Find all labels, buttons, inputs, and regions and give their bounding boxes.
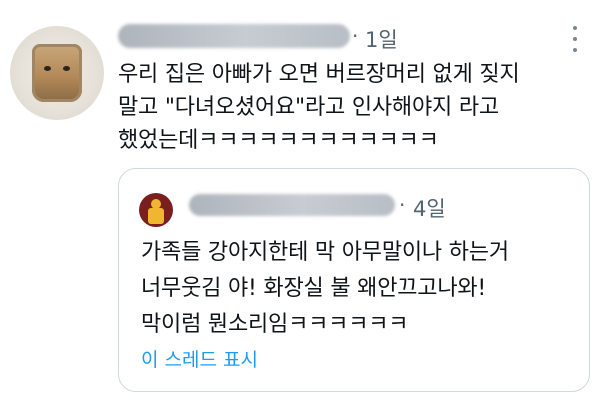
quoted-text-line: 너무웃김 야! 화장실 불 왜안끄고나와!	[141, 276, 487, 301]
cat-photo	[32, 44, 82, 102]
separator-dot: ·	[399, 193, 406, 217]
quoted-tweet-text: 가족들 강아지한테 막 아무말이나 하는거 너무웃김 야! 화장실 불 왜안끄고…	[141, 235, 581, 343]
tweet-text: 우리 집은 아빠가 오면 버르장머리 없게 짖지 말고 "다녀오셨어요"라고 인…	[118, 58, 588, 157]
tweet-timestamp[interactable]: 1일	[365, 24, 398, 54]
quoted-text-line: 가족들 강아지한테 막 아무말이나 하는거	[141, 240, 509, 265]
tweet-text-line: 우리 집은 아빠가 오면 버르장머리 없게 짖지	[118, 62, 520, 87]
redacted-quoted-username[interactable]	[189, 194, 395, 216]
tweet-text-line: 했었는데ㅋㅋㅋㅋㅋㅋㅋㅋㅋㅋㅋㅋ	[118, 128, 439, 153]
quoted-text-line: 막이럼 뭔소리임ㅋㅋㅋㅋㅋㅋ	[141, 312, 409, 337]
quoted-user-avatar[interactable]	[139, 193, 173, 227]
user-avatar[interactable]	[10, 26, 104, 120]
more-options-icon[interactable]	[570, 26, 580, 52]
redacted-username[interactable]	[118, 24, 350, 48]
show-thread-link[interactable]: 이 스레드 표시	[141, 345, 258, 372]
quoted-tweet-timestamp[interactable]: 4일	[413, 193, 446, 223]
tweet: · 1일 우리 집은 아빠가 오면 버르장머리 없게 짖지 말고 "다녀오셨어요…	[0, 0, 600, 412]
separator-dot: ·	[352, 24, 359, 48]
tweet-text-line: 말고 "다녀오셨어요"라고 인사해야지 라고	[118, 95, 499, 120]
quoted-tweet-card[interactable]: · 4일 가족들 강아지한테 막 아무말이나 하는거 너무웃김 야! 화장실 불…	[118, 168, 590, 392]
